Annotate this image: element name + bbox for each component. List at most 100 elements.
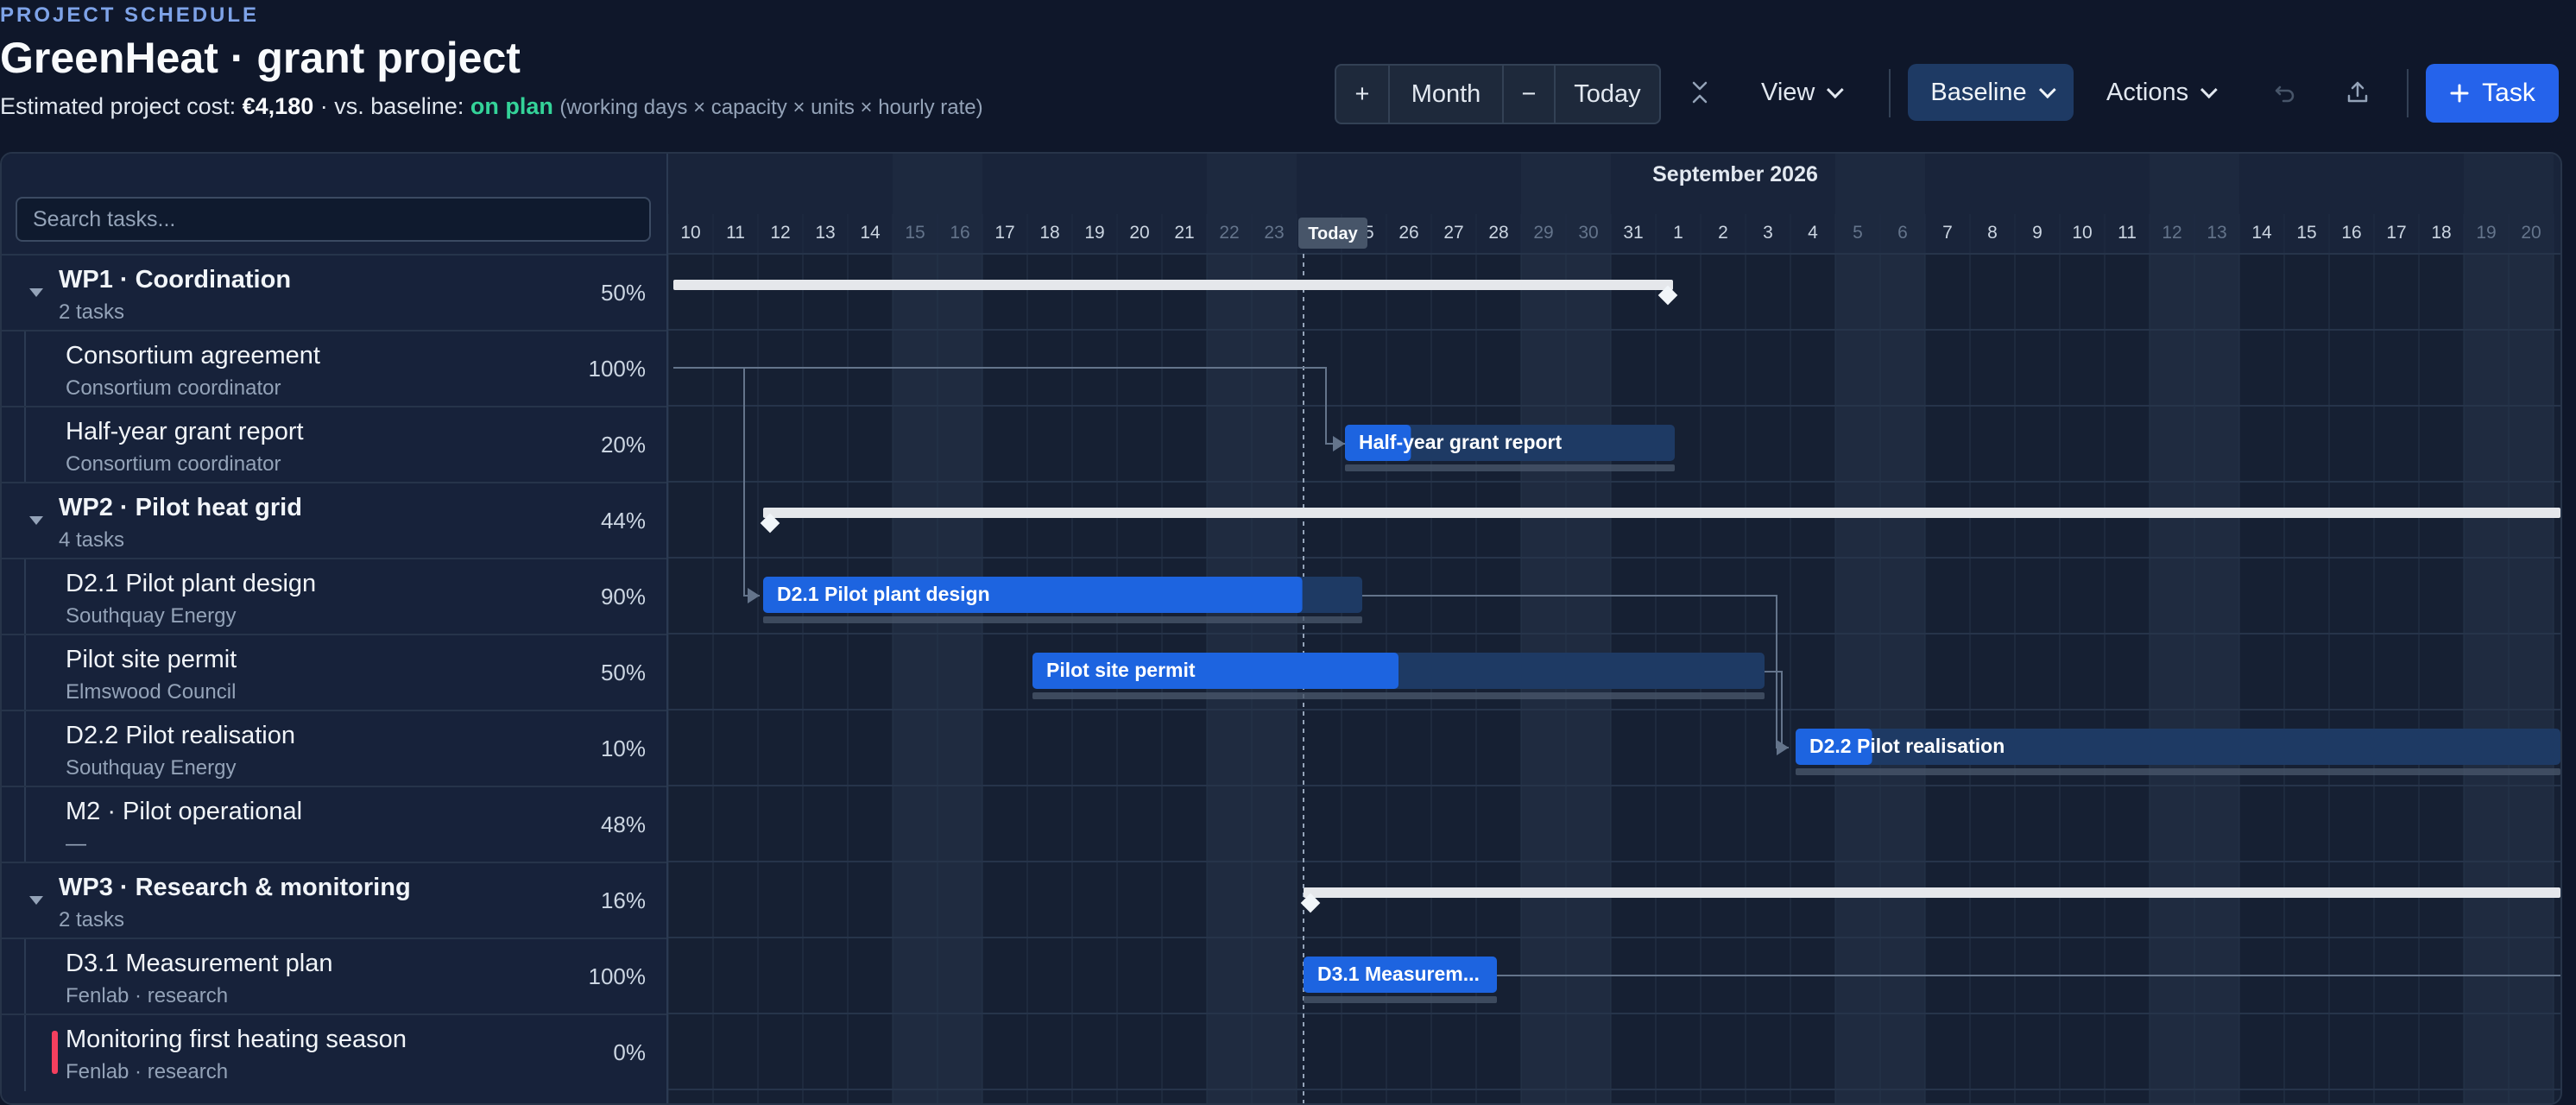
gantt-panel: WP1 · Coordination2 tasks50%Consortium a… bbox=[0, 152, 2562, 1105]
task-progress: 16% bbox=[600, 887, 646, 913]
task-progress: 50% bbox=[600, 280, 646, 306]
day-tick-label: 31 bbox=[1623, 223, 1643, 243]
day-tick-label: 11 bbox=[726, 223, 745, 243]
dependency-arrow bbox=[1333, 436, 1345, 451]
day-tick-label: 29 bbox=[1533, 223, 1553, 243]
timeline: September 2026 10 11 12 13 14 15 16 17 18 19 20 21 22… bbox=[668, 154, 2560, 1103]
task-row[interactable]: D3.1 Measurement plan Fenlab · research 10… bbox=[2, 938, 666, 1015]
export-button[interactable] bbox=[2345, 64, 2371, 121]
day-tick-label: 16 bbox=[2341, 223, 2361, 243]
weekend-column bbox=[1521, 154, 1566, 1103]
task-owner: Fenlab · research bbox=[66, 984, 229, 1007]
weekend-column bbox=[938, 154, 982, 1103]
baseline-label: Baseline bbox=[1930, 78, 2027, 106]
chevron-down-icon[interactable] bbox=[29, 896, 43, 905]
weekend-column bbox=[1835, 154, 1880, 1103]
summary-bar bbox=[1304, 887, 2560, 898]
day-tick-label: 16 bbox=[950, 223, 969, 243]
zoom-in-button[interactable]: + bbox=[1336, 66, 1390, 123]
day-tick-label: 13 bbox=[815, 223, 835, 243]
group-row[interactable]: WP2 · Pilot heat grid 4 tasks 44% bbox=[2, 482, 666, 558]
day-tick-label: 7 bbox=[1942, 223, 1953, 243]
plus-icon bbox=[2450, 84, 2469, 103]
cost-value: €4,180 bbox=[242, 93, 314, 119]
baseline-status: on plan bbox=[470, 93, 553, 119]
eyebrow-label: PROJECT SCHEDULE bbox=[0, 3, 260, 27]
baseline-bar bbox=[1032, 692, 1765, 699]
day-tick-label: 26 bbox=[1398, 223, 1418, 243]
weekend-column bbox=[2509, 154, 2554, 1103]
day-tick-label: 12 bbox=[2162, 223, 2181, 243]
collapse-vertical-icon bbox=[1692, 81, 1708, 104]
group-row[interactable]: WP1 · Coordination 2 tasks 50% bbox=[2, 254, 666, 330]
tree-guide-line bbox=[24, 711, 26, 787]
collapse-button[interactable] bbox=[1689, 64, 1711, 121]
page-title: GreenHeat · grant project bbox=[0, 34, 521, 82]
add-task-button[interactable]: Task bbox=[2426, 64, 2559, 123]
day-tick-label: 23 bbox=[1264, 223, 1284, 243]
month-label: September 2026 bbox=[1652, 162, 1818, 186]
task-bar-label: D2.2 Pilot realisation bbox=[1809, 735, 2005, 757]
view-menu-button[interactable]: View bbox=[1761, 64, 1845, 121]
task-row[interactable]: D2.1 Pilot plant design Southquay Energy 9… bbox=[2, 558, 666, 635]
baseline-bar bbox=[763, 616, 1362, 623]
task-row[interactable]: Half-year grant report Consortium coordin… bbox=[2, 406, 666, 483]
task-row[interactable]: Monitoring first heating season Fenlab · … bbox=[2, 1013, 666, 1091]
day-tick-label: 9 bbox=[2032, 223, 2042, 243]
day-tick-label: 19 bbox=[2476, 223, 2496, 243]
tree-guide-line bbox=[24, 1015, 26, 1091]
tree-guide-line bbox=[24, 332, 26, 407]
day-tick-label: 27 bbox=[1443, 223, 1463, 243]
actions-menu-button[interactable]: Actions bbox=[2106, 64, 2218, 121]
actions-label: Actions bbox=[2106, 78, 2189, 106]
task-name: Half-year grant report bbox=[66, 418, 304, 445]
zoom-out-button[interactable]: − bbox=[1504, 66, 1556, 123]
upload-icon bbox=[2347, 81, 2368, 103]
baseline-bar bbox=[1304, 996, 1497, 1003]
task-name: WP1 · Coordination bbox=[59, 266, 292, 294]
task-row[interactable]: Pilot site permit Elmswood Council 50% bbox=[2, 634, 666, 711]
group-row[interactable]: WP3 · Research & monitoring 2 tasks 16% bbox=[2, 862, 666, 938]
day-tick-label: 17 bbox=[2386, 223, 2406, 243]
task-name: Pilot site permit bbox=[66, 646, 237, 673]
search-input[interactable] bbox=[16, 197, 651, 242]
day-tick-label: 28 bbox=[1488, 223, 1508, 243]
day-tick-label: 15 bbox=[2296, 223, 2316, 243]
task-bar-label: D2.1 Pilot plant design bbox=[777, 583, 990, 605]
task-name: Monitoring first heating season bbox=[66, 1026, 407, 1053]
task-owner: Consortium coordinator bbox=[66, 452, 281, 476]
weekend-column bbox=[1252, 154, 1297, 1103]
task-owner: Fenlab · research bbox=[66, 1060, 229, 1083]
day-tick-label: 30 bbox=[1578, 223, 1598, 243]
day-tick-label: 21 bbox=[1174, 223, 1194, 243]
task-progress: 100% bbox=[588, 963, 647, 989]
baseline-prefix: · vs. baseline: bbox=[319, 93, 464, 119]
task-row[interactable]: Consortium agreement Consortium coordinat… bbox=[2, 330, 666, 407]
task-progress: 50% bbox=[600, 660, 646, 685]
cost-summary: Estimated project cost: €4,180 · vs. bas… bbox=[0, 93, 983, 120]
baseline-menu-button[interactable]: Baseline bbox=[1908, 64, 2074, 121]
chevron-down-icon[interactable] bbox=[29, 288, 43, 297]
day-tick-label: 14 bbox=[2251, 223, 2272, 243]
chevron-down-icon[interactable] bbox=[29, 516, 43, 525]
day-tick-label: 6 bbox=[1897, 223, 1908, 243]
day-tick-label: 3 bbox=[1763, 223, 1773, 243]
task-list: WP1 · Coordination 2 tasks 50% Consortium a… bbox=[2, 154, 668, 1103]
task-progress: 44% bbox=[600, 508, 646, 534]
task-progress: 20% bbox=[600, 432, 646, 458]
task-owner: Elmswood Council bbox=[66, 680, 237, 704]
task-name: D3.1 Measurement plan bbox=[66, 950, 333, 977]
day-tick-label: 19 bbox=[1084, 223, 1104, 243]
task-row[interactable]: M2 · Pilot operational — 48% bbox=[2, 786, 666, 863]
today-label: Today bbox=[1308, 224, 1358, 243]
day-tick-label: 10 bbox=[680, 223, 700, 243]
task-row[interactable]: D2.2 Pilot realisation Southquay Energy 10… bbox=[2, 710, 666, 787]
task-progress: 48% bbox=[600, 811, 646, 837]
task-owner: Consortium coordinator bbox=[66, 376, 281, 400]
day-tick-label: 11 bbox=[2118, 223, 2137, 243]
task-bar-label: Pilot site permit bbox=[1046, 659, 1196, 681]
day-tick-label: 1 bbox=[1673, 223, 1683, 243]
undo-button[interactable] bbox=[2272, 64, 2298, 121]
zoom-unit-button[interactable]: Month bbox=[1390, 66, 1504, 123]
today-button[interactable]: Today bbox=[1556, 66, 1659, 123]
